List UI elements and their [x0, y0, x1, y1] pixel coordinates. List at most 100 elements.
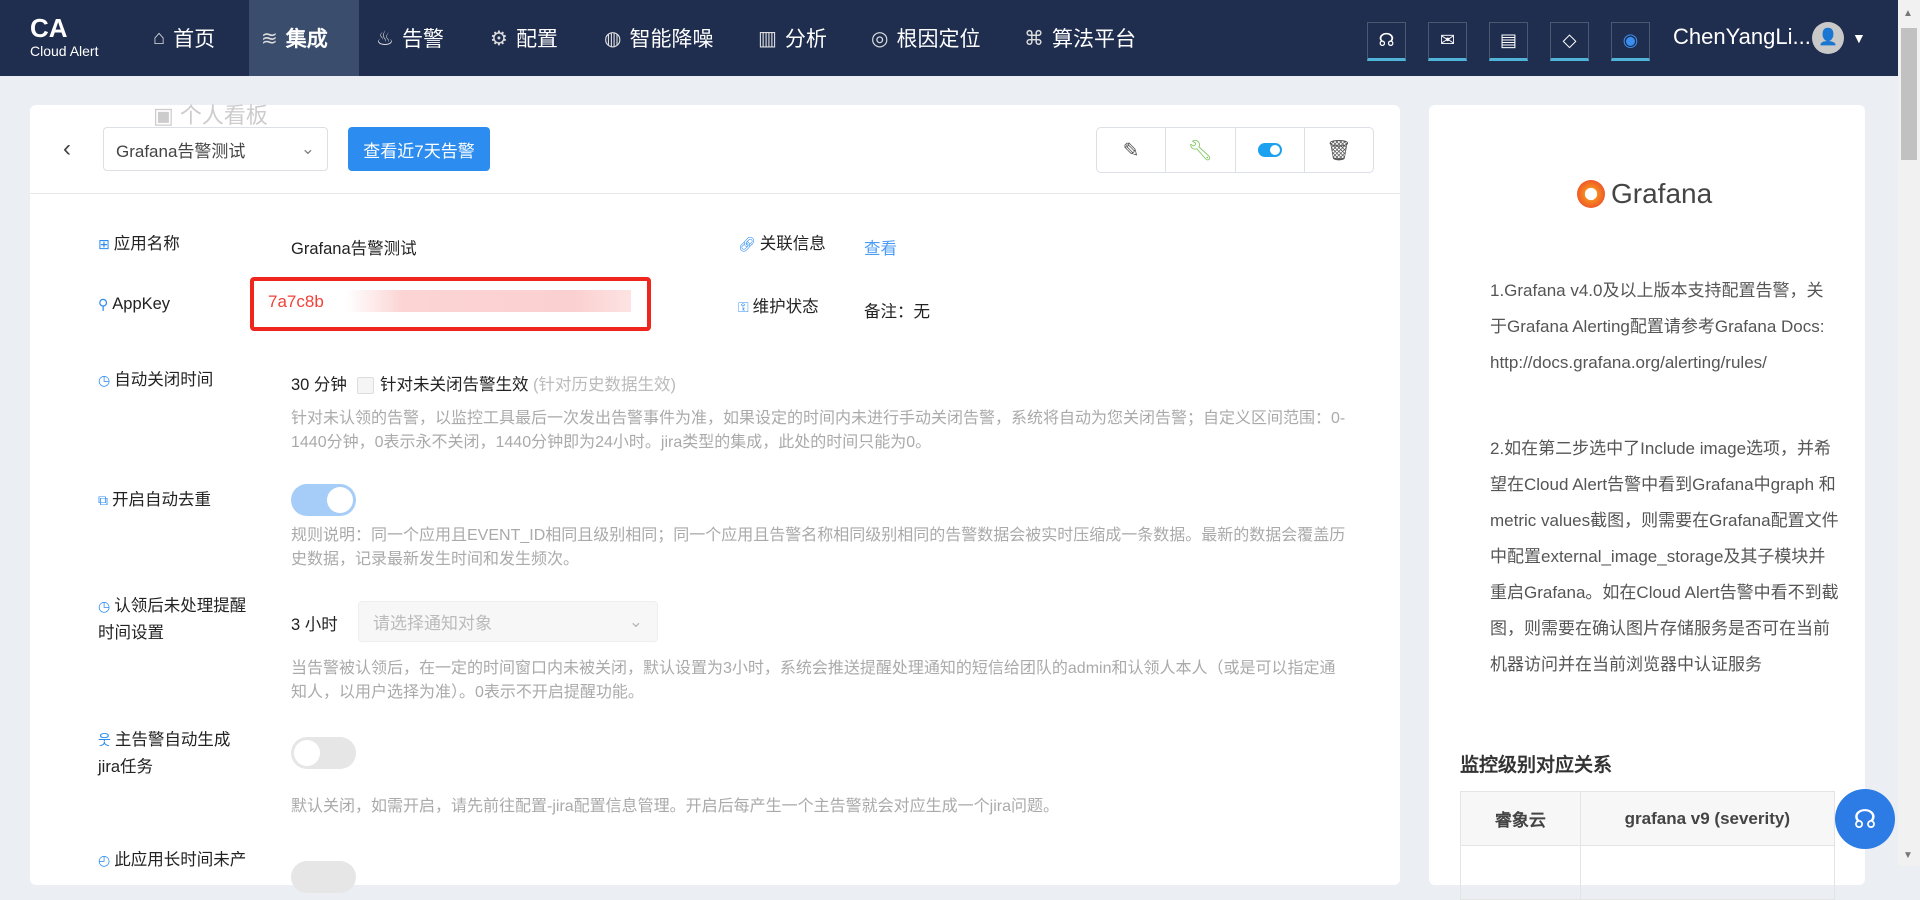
divider: [30, 193, 1400, 194]
nav-item-alerts[interactable]: ♨ 告警: [376, 0, 444, 76]
pencil-icon: ✎: [1122, 139, 1140, 162]
bar-chart-icon: ▥: [758, 27, 777, 50]
maintenance-status-label: ⚿ 维护状态: [738, 294, 819, 321]
help-panel: Grafana 1.Grafana v4.0及以上版本支持配置告警，关于Graf…: [1429, 105, 1865, 900]
scrollbar-thumb[interactable]: [1901, 28, 1917, 160]
back-arrow-icon[interactable]: ‹: [63, 135, 71, 163]
gear-icon: ⚙: [490, 27, 508, 50]
severity-mapping-heading: 监控级别对应关系: [1460, 755, 1613, 776]
action-group: ✎ 🔧︎ 🗑︎: [1096, 127, 1374, 173]
nav-item-algorithm[interactable]: ⌘ 算法平台: [1024, 0, 1136, 76]
person-icon: 웃: [98, 732, 111, 748]
nav-item-config[interactable]: ⚙ 配置: [490, 0, 558, 76]
auto-close-row: 30 分钟 针对未关闭告警生效 (针对历史数据生效): [291, 371, 676, 395]
language-button[interactable]: ◉: [1611, 22, 1650, 61]
remind-description: 当告警被认领后，在一定的时间窗口内未被关闭，默认设置为3小时，系统会推送提醒处理…: [291, 660, 1336, 701]
nav-item-root-cause[interactable]: ◎ 根因定位: [871, 0, 980, 76]
nav-item-integration[interactable]: ≋ 集成: [249, 0, 359, 76]
grafana-icon: [1577, 180, 1605, 208]
alarm-light-icon: ♨: [376, 27, 394, 50]
scroll-up-icon[interactable]: ▲: [1903, 8, 1913, 19]
column-header: 睿象云: [1460, 791, 1581, 846]
label-text: AppKey: [112, 295, 171, 313]
dashboard-icon: ▣: [153, 103, 174, 128]
label-text: 开启自动去重: [112, 491, 211, 509]
layers-icon: ≋: [261, 27, 278, 50]
user-name[interactable]: ChenYangLi...: [1673, 24, 1811, 50]
caret-down-icon[interactable]: ▼: [1852, 30, 1866, 46]
remind-value[interactable]: 3 小时: [291, 611, 338, 635]
auto-close-description: 针对未认领的告警，以监控工具最后一次发出告警事件为准，如果设定的时间内未进行手动…: [291, 410, 1346, 451]
appkey-value[interactable]: 7a7c8b: [268, 292, 324, 312]
chevron-down-icon: ⌄: [300, 139, 315, 158]
logo-subtitle: Cloud Alert: [30, 43, 99, 59]
top-nav: CA Cloud Alert ⌂ 首页 ≋ 集成 ♨ 告警 ⚙ 配置 ◍ 智能降噪 ▥ 分析 …: [0, 0, 1898, 76]
dedup-toggle[interactable]: [291, 484, 356, 516]
unclosed-alerts-checkbox[interactable]: [356, 377, 374, 395]
related-info-label: 🔗︎ 关联信息: [738, 231, 826, 258]
grid-icon: ⊞: [98, 236, 110, 252]
view-7day-alerts-button[interactable]: 查看近7天告警: [348, 127, 490, 171]
maintenance-button[interactable]: 🔧︎: [1166, 128, 1236, 172]
paragraph-text: 2.如在第二步选中了Include image选项，并希望在Cloud Aler…: [1490, 439, 1839, 674]
link-icon: 🔗︎: [738, 236, 756, 252]
paragraph-text: 1.Grafana v4.0及以上版本支持配置告警，关于Grafana Aler…: [1490, 281, 1825, 372]
related-info-link[interactable]: 查看: [864, 235, 897, 259]
enable-toggle-button[interactable]: [1236, 128, 1305, 172]
support-button[interactable]: ☊: [1367, 22, 1406, 61]
nav-item-noise-reduction[interactable]: ◍ 智能降噪: [604, 0, 713, 76]
target-icon: ◎: [871, 27, 889, 50]
notify-target-select[interactable]: 请选择通知对象 ⌄: [358, 601, 658, 642]
integration-select[interactable]: Grafana告警测试 ⌄: [103, 127, 328, 171]
label-text: 应用名称: [113, 235, 180, 253]
scroll-down-icon[interactable]: ▼: [1903, 850, 1913, 861]
dedup-icon: ⧉: [98, 492, 108, 508]
customer-service-button[interactable]: ☊: [1835, 789, 1895, 849]
edit-button[interactable]: ✎: [1097, 128, 1167, 172]
dedup-description: 规则说明：同一个应用且EVENT_ID相同且级别相同；同一个应用且告警名称相同级…: [291, 527, 1346, 568]
maintenance-icon: ⚿: [738, 299, 749, 315]
nav-item-analysis[interactable]: ▥ 分析: [758, 0, 827, 76]
nav-label: 分析: [784, 28, 827, 51]
label-text: 主告警自动生成jira任务: [98, 731, 231, 776]
trash-icon: 🗑︎: [1326, 139, 1352, 162]
toggle-knob: [327, 487, 353, 513]
delete-button[interactable]: 🗑︎: [1305, 128, 1373, 172]
logo[interactable]: CA Cloud Alert: [30, 14, 98, 60]
logo-text: CA: [30, 13, 68, 43]
diamond-icon: ◇: [1562, 30, 1577, 50]
clock-icon: ◷: [98, 372, 111, 388]
wrench-icon: 🔧︎: [1187, 139, 1214, 162]
nav-label: 配置: [515, 28, 558, 51]
avatar[interactable]: 👤: [1812, 22, 1844, 54]
messages-button[interactable]: ✉: [1428, 22, 1467, 61]
ghost-menu-label: 个人看板: [179, 103, 268, 128]
auto-close-value[interactable]: 30 分钟: [291, 376, 347, 394]
scrollbar[interactable]: ▲ ▼: [1898, 0, 1920, 866]
book-icon: ▤: [1499, 30, 1517, 50]
column-header: grafana v9 (severity): [1579, 791, 1836, 846]
severity-mapping-table: 睿象云 grafana v9 (severity): [1460, 791, 1836, 900]
table-cell: [1460, 845, 1581, 900]
appkey-label: ⚲ AppKey: [98, 291, 170, 318]
nav-label: 告警: [401, 28, 444, 51]
idle-label: ◴ 此应用长时间未产: [98, 847, 246, 874]
docs-button[interactable]: ▤: [1489, 22, 1528, 61]
integration-detail-card: ‹ Grafana告警测试 ⌄ 查看近7天告警 ✎ 🔧︎ 🗑︎ ⊞ 应用名称 Gra…: [30, 105, 1400, 893]
table-cell: [1579, 845, 1836, 900]
table-row: [1460, 845, 1836, 900]
grafana-logo-text: Grafana: [1611, 178, 1713, 209]
headset-icon: ☊: [1853, 803, 1877, 834]
maintenance-status-value: 备注：无: [864, 303, 930, 321]
vip-button[interactable]: ◇: [1550, 22, 1589, 61]
label-text: 此应用长时间未产: [114, 851, 247, 869]
nav-item-home[interactable]: ⌂ 首页: [153, 0, 215, 76]
dedup-label: ⧉ 开启自动去重: [98, 487, 211, 514]
jira-description: 默认关闭，如需开启，请先前往配置-jira配置信息管理。开启后每产生一个主告警就…: [291, 798, 1060, 815]
checkbox-label: 针对未关闭告警生效: [379, 376, 529, 394]
chevron-down-icon: ⌄: [628, 611, 643, 631]
ghost-menu-item: ▣ 个人看板: [153, 98, 268, 130]
jira-toggle[interactable]: [291, 737, 356, 769]
clock-icon: ◷: [98, 598, 111, 614]
sound-wave-icon: ◍: [604, 27, 622, 50]
